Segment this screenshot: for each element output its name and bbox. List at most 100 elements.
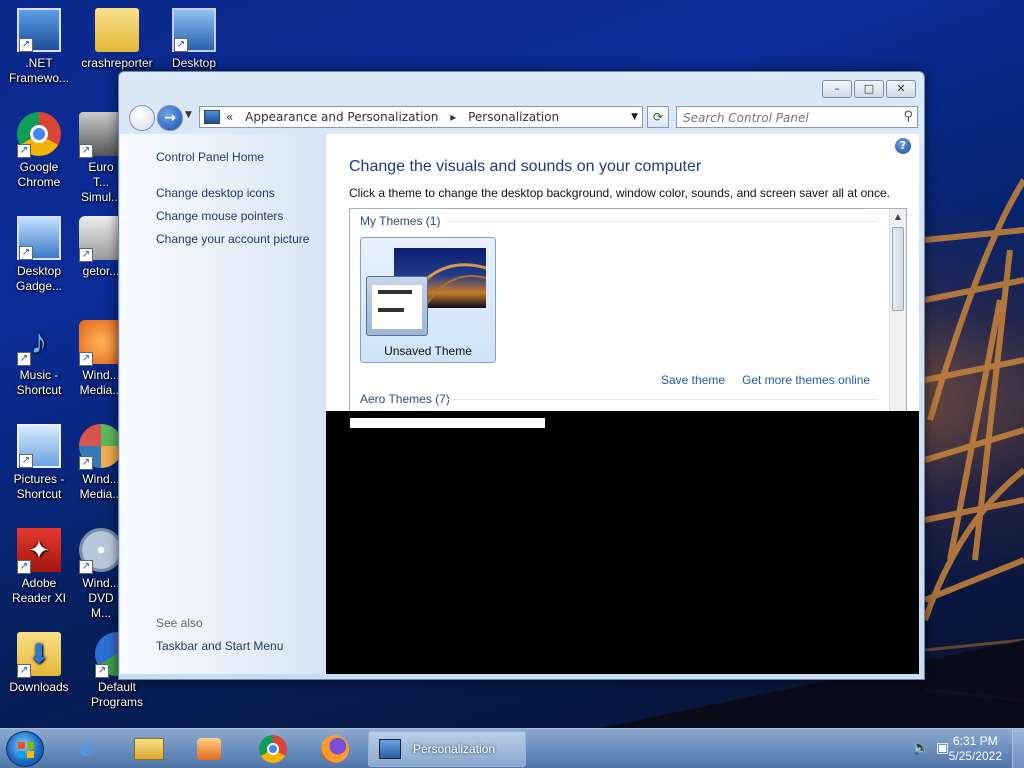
my-themes-heading: My Themes (1) <box>360 214 441 228</box>
window-controls: – □ ✕ <box>822 80 916 98</box>
breadcrumb-overflow[interactable]: « <box>226 110 233 124</box>
change-desktop-icons-link[interactable]: Change desktop icons <box>156 186 275 200</box>
personalization-window: – □ ✕ → ▼ « Appearance and Personalizati… <box>118 71 925 680</box>
downloads-icon: ⬇ ↗ <box>17 632 61 678</box>
desktop-icon-music[interactable]: ♪ ↗ Music - Shortcut <box>1 320 77 398</box>
desktop-icon-chrome[interactable]: ↗ Google Chrome <box>1 112 77 190</box>
desktop-icon-media-player[interactable]: ↗ Wind... Media... <box>79 320 123 398</box>
personalization-icon <box>379 739 401 759</box>
chrome-icon[interactable] <box>248 732 298 766</box>
forward-button[interactable]: → <box>157 105 183 131</box>
change-mouse-pointers-link[interactable]: Change mouse pointers <box>156 209 283 223</box>
network-icon[interactable]: ▣ <box>936 740 949 756</box>
start-button[interactable] <box>6 731 44 767</box>
media-center-icon: ↗ <box>79 424 123 470</box>
desktop-icon-label: Default Programs <box>90 680 143 709</box>
recent-pages-dropdown-icon[interactable]: ▼ <box>185 110 192 120</box>
shortcut-icon: ↗ <box>79 216 123 262</box>
gadgets-icon: ↗ <box>17 216 61 260</box>
desktop-icon-adobe-reader[interactable]: ✦ ↗ Adobe Reader XI <box>1 528 77 606</box>
help-icon[interactable]: ? <box>895 138 911 154</box>
desktop-icon-label: getor... <box>82 264 120 278</box>
desktop-icon-downloads[interactable]: ⬇ ↗ Downloads <box>1 632 77 695</box>
desktop-icon-crashreporter[interactable]: crashreporter <box>79 8 155 71</box>
desktop-icon-label: Wind... Media... <box>79 472 123 501</box>
address-bar[interactable]: « Appearance and Personalization ▸ Perso… <box>199 106 643 128</box>
search-box[interactable]: ⚲ <box>676 106 918 128</box>
file-explorer-icon[interactable] <box>124 732 174 766</box>
desktop-icon-label: Wind... DVD M... <box>82 576 120 620</box>
clock-time: 6:31 PM <box>952 734 998 748</box>
desktop-icon-media-center[interactable]: ↗ Wind... Media... <box>79 424 123 502</box>
folder-icon <box>95 8 139 52</box>
desktop-icon: ↗ <box>172 8 216 52</box>
back-button[interactable] <box>129 105 155 131</box>
control-panel-icon <box>204 110 220 124</box>
search-icon[interactable]: ⚲ <box>903 109 913 124</box>
game-icon: ↗ <box>79 112 123 158</box>
desktop-icon-dotnet[interactable]: ↗ .NET Framewo... <box>1 8 77 86</box>
refresh-button[interactable]: ⟳ <box>647 106 669 128</box>
desktop-icon-label: Pictures - Shortcut <box>13 472 65 501</box>
desktop-icon-label: Desktop <box>171 56 217 70</box>
dotnet-icon: ↗ <box>17 8 61 52</box>
page-title: Change the visuals and sounds on your co… <box>349 158 702 175</box>
taskbar-start-menu-link[interactable]: Taskbar and Start Menu <box>156 639 283 653</box>
clock-date: 5/25/2022 <box>948 749 1002 763</box>
breadcrumb-personalization[interactable]: Personalization <box>468 110 559 124</box>
scroll-up-icon[interactable]: ▲ <box>890 209 906 225</box>
see-also-heading: See also <box>156 616 203 630</box>
theme-tile-unsaved[interactable]: Unsaved Theme <box>360 237 496 363</box>
volume-icon[interactable]: 🔈 <box>912 740 929 756</box>
taskbar-task-label: Personalization <box>413 742 496 756</box>
desktop-icon-gadgets[interactable]: ↗ Desktop Gadge... <box>1 216 77 294</box>
desktop-icon-desktop[interactable]: ↗ Desktop <box>156 8 232 71</box>
desktop-icon-euro-truck[interactable]: ↗ Euro T... Simul... <box>79 112 123 205</box>
desktop-icon-label: .NET Framewo... <box>8 56 69 85</box>
breadcrumb-separator[interactable]: ▸ <box>450 110 456 124</box>
desktop-icon-label: Downloads <box>9 680 69 694</box>
sidebar: Control Panel Home Change desktop icons … <box>120 134 326 674</box>
taskbar-personalization-button[interactable]: Personalization <box>368 731 526 767</box>
desktop-icon-getor[interactable]: ↗ getor... <box>79 216 123 279</box>
taskbar: ℯ Personalization 🔈 ▣ 6:31 PM 5/25/2022 <box>0 728 1024 768</box>
close-button[interactable]: ✕ <box>886 80 916 98</box>
adobe-reader-icon: ✦ ↗ <box>17 528 61 574</box>
divider <box>446 221 878 222</box>
navigation-bar: → ▼ « Appearance and Personalization ▸ P… <box>127 104 918 132</box>
show-desktop-button[interactable] <box>1012 729 1024 768</box>
rendering-artifact <box>350 418 545 428</box>
unrendered-region <box>326 411 919 674</box>
save-theme-link[interactable]: Save theme <box>661 373 725 387</box>
windows-logo-icon <box>18 742 34 758</box>
dvd-maker-icon: ↗ <box>79 528 123 574</box>
control-panel-home-link[interactable]: Control Panel Home <box>156 150 264 164</box>
media-player-icon[interactable] <box>184 732 234 766</box>
scroll-thumb[interactable] <box>892 227 904 311</box>
get-more-themes-link[interactable]: Get more themes online <box>742 373 870 387</box>
music-icon: ♪ ↗ <box>17 320 61 366</box>
desktop-icon-label: Wind... Media... <box>79 368 123 397</box>
theme-name: Unsaved Theme <box>384 344 472 358</box>
desktop-icon-dvd-maker[interactable]: ↗ Wind... DVD M... <box>79 528 123 621</box>
page-description: Click a theme to change the desktop back… <box>349 186 890 200</box>
breadcrumb-appearance[interactable]: Appearance and Personalization <box>245 110 438 124</box>
clock[interactable]: 6:31 PM 5/25/2022 <box>949 734 1002 764</box>
breadcrumb: « Appearance and Personalization ▸ Perso… <box>226 107 567 127</box>
maximize-button[interactable]: □ <box>854 80 884 98</box>
search-input[interactable] <box>677 108 887 128</box>
system-tray: 🔈 ▣ 6:31 PM 5/25/2022 <box>874 729 1024 768</box>
desktop-icon-label: Adobe Reader XI <box>11 576 67 605</box>
address-dropdown-icon[interactable]: ▼ <box>631 107 638 127</box>
firefox-icon[interactable] <box>310 732 360 766</box>
change-account-picture-link[interactable]: Change your account picture <box>156 232 309 246</box>
minimize-button[interactable]: – <box>822 80 852 98</box>
media-player-icon: ↗ <box>79 320 123 366</box>
desktop-icon-pictures[interactable]: ↗ Pictures - Shortcut <box>1 424 77 502</box>
aero-themes-heading: Aero Themes (7) <box>360 392 450 406</box>
desktop-icon-label: Euro T... Simul... <box>80 160 121 204</box>
chrome-icon: ↗ <box>17 112 61 158</box>
desktop-icon-label: Desktop Gadge... <box>15 264 63 293</box>
desktop-icon-label: Music - Shortcut <box>16 368 62 397</box>
internet-explorer-icon[interactable]: ℯ <box>62 732 112 766</box>
